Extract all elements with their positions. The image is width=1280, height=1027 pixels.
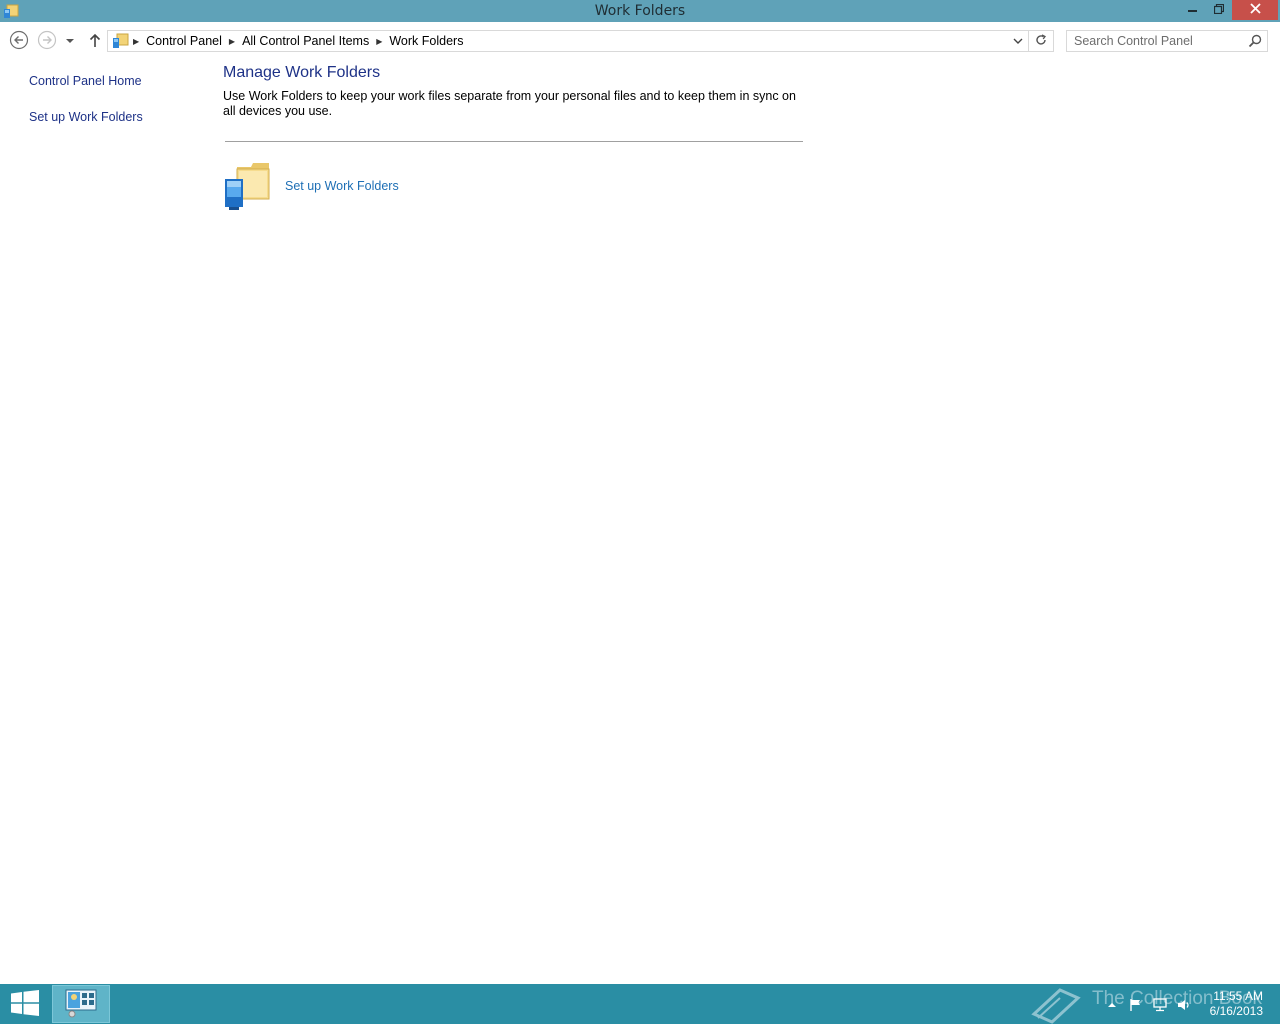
show-hidden-icons-icon[interactable] [1105,998,1119,1012]
breadcrumb: ▶ Control Panel ▶ All Control Panel Item… [112,31,467,51]
refresh-icon [1035,33,1047,49]
notification-area [1105,996,1191,1014]
clock-time: 11:55 AM [1213,989,1263,1003]
action-center-flag-icon[interactable] [1129,998,1143,1012]
breadcrumb-control-panel[interactable]: Control Panel [142,34,226,48]
close-icon [1249,3,1261,17]
sidebar-item-control-panel-home[interactable]: Control Panel Home [29,74,142,88]
book-logo-icon [1030,984,1082,1027]
back-arrow-icon [9,30,29,53]
minimize-icon [1188,3,1198,17]
forward-arrow-icon [37,30,57,53]
close-button[interactable] [1232,0,1278,20]
up-button[interactable] [85,31,105,51]
title-bar: Work Folders [0,0,1280,22]
navigation-bar: ▶ Control Panel ▶ All Control Panel Item… [0,22,1280,60]
page-title: Manage Work Folders [223,64,381,81]
restore-button[interactable] [1206,0,1232,20]
control-panel-icon [65,988,97,1021]
minimize-button[interactable] [1180,0,1206,20]
recent-locations-button[interactable] [62,31,78,51]
start-button[interactable] [0,984,50,1024]
taskbar: The Collection Book 11:55 AM 6/16/2013 [0,984,1280,1024]
network-icon[interactable] [1153,998,1167,1012]
breadcrumb-all-control-panel-items[interactable]: All Control Panel Items [238,34,373,48]
up-arrow-icon [88,32,102,51]
forward-button[interactable] [37,30,57,53]
divider [225,141,803,142]
search-box[interactable] [1066,30,1268,52]
work-folders-icon[interactable] [223,161,271,211]
refresh-button[interactable] [1029,30,1054,52]
search-icon[interactable] [1247,33,1263,49]
breadcrumb-separator-icon[interactable]: ▶ [373,37,385,46]
page-description: Use Work Folders to keep your work files… [223,89,796,118]
breadcrumb-work-folders[interactable]: Work Folders [385,34,467,48]
window-title: Work Folders [594,3,686,19]
windows-logo-icon [11,989,39,1019]
clock-date: 6/16/2013 [1209,1004,1263,1018]
search-input[interactable] [1067,31,1243,51]
back-button[interactable] [9,30,29,53]
set-up-work-folders-link[interactable]: Set up Work Folders [285,179,399,193]
taskbar-control-panel-button[interactable] [52,985,110,1023]
address-dropdown-button[interactable] [1010,33,1026,49]
volume-icon[interactable] [1177,998,1191,1012]
sidebar-item-set-up-work-folders[interactable]: Set up Work Folders [29,110,143,124]
chevron-down-icon [65,34,75,48]
restore-icon [1213,3,1225,17]
breadcrumb-separator-icon[interactable]: ▶ [130,37,142,46]
control-panel-icon [112,33,130,49]
breadcrumb-separator-icon[interactable]: ▶ [226,37,238,46]
left-task-pane: Control Panel Home Set up Work Folders [0,60,210,984]
address-bar[interactable]: ▶ Control Panel ▶ All Control Panel Item… [107,30,1029,52]
system-clock[interactable]: 11:55 AM 6/16/2013 [1210,989,1263,1019]
chevron-down-icon [1013,34,1023,48]
